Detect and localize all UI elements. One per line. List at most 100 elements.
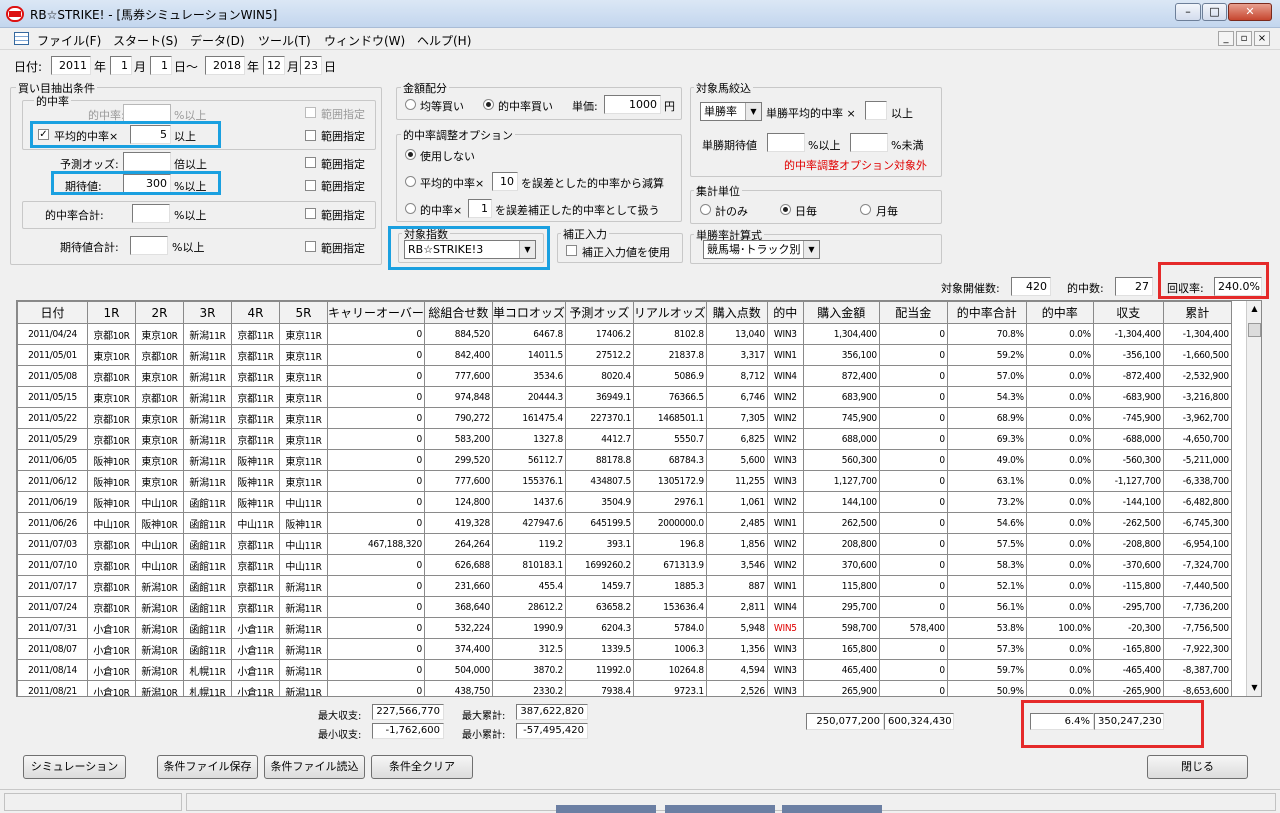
results-grid[interactable]: 日付 1R 2R 3R 4R 5R キャリーオーバー 総組合せ数 単コロオッズ 予測オッズ リアルオ… [16, 300, 1262, 697]
table-row[interactable]: 2011/07/17 京都10R 新潟10R 函館11R 京都11R 新潟11R 0 231,… [17, 575, 1232, 597]
table-cell: 688,000 [802, 428, 880, 450]
table-cell: 阪神11R [231, 491, 280, 513]
menu-help[interactable]: ヘルプ(H) [417, 32, 471, 49]
ev-total-input[interactable] [130, 236, 168, 255]
maximize-button[interactable]: □ [1202, 3, 1227, 21]
simulate-button[interactable]: シミュレーション [23, 755, 126, 779]
column-header[interactable]: 日付 [17, 301, 88, 324]
menu-start[interactable]: スタート(S) [113, 32, 178, 49]
column-header[interactable]: 的中率 [1025, 301, 1094, 324]
table-row[interactable]: 2011/06/05 阪神10R 東京10R 新潟11R 阪神11R 東京11R 0 299,… [17, 449, 1232, 471]
hit-total-input[interactable] [132, 204, 170, 223]
adjust-opt1-radio[interactable] [405, 176, 416, 187]
scroll-down-icon[interactable]: ▼ [1247, 680, 1261, 696]
scroll-up-icon[interactable]: ▲ [1247, 301, 1261, 317]
agg-monthly-radio[interactable] [860, 204, 871, 215]
max-income-value: 227,566,770 [372, 704, 444, 720]
agg-total-radio[interactable] [700, 204, 711, 215]
avg-hit-range-checkbox[interactable] [305, 130, 316, 141]
save-conditions-button[interactable]: 条件ファイル保存 [157, 755, 258, 779]
column-header[interactable]: 総組合せ数 [423, 301, 493, 324]
table-cell: 427947.6 [491, 512, 566, 534]
table-row[interactable]: 2011/05/29 京都10R 東京10R 新潟11R 京都11R 東京11R 0 583,… [17, 428, 1232, 450]
win-ev-max-input[interactable] [850, 133, 888, 152]
menu-window[interactable]: ウィンドウ(W) [324, 32, 405, 49]
scroll-thumb[interactable] [1248, 323, 1261, 337]
table-cell: 新潟11R [183, 344, 232, 366]
win-avg-input[interactable] [865, 101, 887, 120]
adjust-opt2-radio[interactable] [405, 203, 416, 214]
column-header[interactable]: リアルオッズ [632, 301, 707, 324]
table-row[interactable]: 2011/07/03 京都10R 中山10R 函館11R 京都11R 中山11R 467,1… [17, 533, 1232, 555]
minimize-button[interactable]: – [1175, 3, 1201, 21]
column-header[interactable]: 単コロオッズ [491, 301, 566, 324]
ev-total-range-checkbox[interactable] [305, 241, 316, 252]
table-row[interactable]: 2011/06/26 中山10R 阪神10R 函館11R 中山11R 阪神11R 0 419,… [17, 512, 1232, 534]
load-conditions-button[interactable]: 条件ファイル読込 [264, 755, 365, 779]
table-cell: 京都11R [231, 575, 280, 597]
table-row[interactable]: 2011/08/21 小倉10R 新潟10R 札幌11R 小倉11R 新潟11R 0 438,… [17, 680, 1232, 696]
adjust-opt1-input[interactable]: 10 [492, 172, 518, 191]
table-row[interactable]: 2011/04/24 京都10R 東京10R 新潟11R 京都11R 東京11R 0 884,… [17, 323, 1232, 345]
column-header[interactable]: 的中 [766, 301, 804, 324]
column-header[interactable]: 購入金額 [802, 301, 880, 324]
ev-range-checkbox[interactable] [305, 180, 316, 191]
column-header[interactable]: キャリーオーバー [327, 301, 425, 324]
table-row[interactable]: 2011/06/19 阪神10R 中山10R 函館11R 阪神11R 中山11R 0 124,… [17, 491, 1232, 513]
column-header[interactable]: 5R [279, 301, 328, 324]
table-cell: 新潟11R [279, 617, 328, 639]
column-header[interactable]: 累計 [1162, 301, 1232, 324]
table-cell: 0 [327, 512, 425, 534]
menu-data[interactable]: データ(D) [190, 32, 245, 49]
adjust-opt2-input[interactable]: 1 [468, 199, 492, 218]
table-row[interactable]: 2011/07/24 京都10R 新潟10R 函館11R 京都11R 新潟11R 0 368,… [17, 596, 1232, 618]
equal-buy-radio[interactable] [405, 99, 416, 110]
end-day-input[interactable]: 23 [300, 56, 322, 75]
close-button[interactable]: 閉じる [1147, 755, 1248, 779]
table-row[interactable]: 2011/05/15 東京10R 京都10R 新潟11R 京都11R 東京11R 0 974,… [17, 386, 1232, 408]
agg-daily-radio[interactable] [780, 204, 791, 215]
menu-file[interactable]: ファイル(F) [37, 32, 101, 49]
vertical-scrollbar[interactable]: ▲ ▼ [1246, 301, 1261, 696]
column-header[interactable]: 購入点数 [705, 301, 768, 324]
table-row[interactable]: 2011/08/14 小倉10R 新潟10R 札幌11R 小倉11R 新潟11R 0 504,… [17, 659, 1232, 681]
hit-rate-range-checkbox[interactable] [305, 107, 316, 118]
table-row[interactable]: 2011/05/08 京都10R 東京10R 新潟11R 京都11R 東京11R 0 777,… [17, 365, 1232, 387]
end-year-input[interactable]: 2018 [205, 56, 245, 75]
column-header[interactable]: 2R [135, 301, 184, 324]
start-month-input[interactable]: 1 [110, 56, 132, 75]
hit-buy-radio[interactable] [483, 99, 494, 110]
column-header[interactable]: 的中率合計 [946, 301, 1027, 324]
pred-odds-input[interactable] [123, 152, 171, 171]
win-ev-min-input[interactable] [767, 133, 805, 152]
clear-conditions-button[interactable]: 条件全クリア [371, 755, 473, 779]
table-row[interactable]: 2011/05/22 京都10R 東京10R 新潟11R 京都11R 東京11R 0 790,… [17, 407, 1232, 429]
start-year-input[interactable]: 2011 [51, 56, 91, 75]
menu-tools[interactable]: ツール(T) [258, 32, 311, 49]
table-row[interactable]: 2011/05/01 東京10R 京都10R 新潟11R 京都11R 東京11R 0 842,… [17, 344, 1232, 366]
column-header[interactable]: 配当金 [878, 301, 948, 324]
win-rate-select[interactable]: 単勝率 ▼ [700, 102, 762, 121]
close-window-button[interactable]: ✕ [1228, 3, 1272, 21]
document-icon[interactable] [14, 32, 29, 45]
hit-total-range-checkbox[interactable] [305, 208, 316, 219]
table-row[interactable]: 2011/06/12 阪神10R 東京10R 新潟11R 阪神11R 東京11R 0 777,… [17, 470, 1232, 492]
column-header[interactable]: 予測オッズ [564, 301, 634, 324]
start-day-input[interactable]: 1 [150, 56, 172, 75]
unit-price-input[interactable]: 1000 [604, 95, 661, 114]
column-header[interactable]: 4R [231, 301, 280, 324]
mdi-minimize-button[interactable]: _ [1218, 31, 1234, 46]
table-row[interactable]: 2011/07/10 京都10R 中山10R 函館11R 京都11R 中山11R 0 626,… [17, 554, 1232, 576]
adjust-none-radio[interactable] [405, 149, 416, 160]
table-row[interactable]: 2011/08/07 小倉10R 新潟10R 函館11R 小倉11R 新潟11R 0 374,… [17, 638, 1232, 660]
correction-checkbox[interactable] [566, 245, 577, 256]
end-month-input[interactable]: 12 [263, 56, 285, 75]
column-header[interactable]: 収支 [1092, 301, 1164, 324]
pred-odds-range-checkbox[interactable] [305, 157, 316, 168]
column-header[interactable]: 3R [183, 301, 232, 324]
mdi-restore-button[interactable]: ▫ [1236, 31, 1252, 46]
column-header[interactable]: 1R [87, 301, 136, 324]
table-row[interactable]: 2011/07/31 小倉10R 新潟10R 函館11R 小倉11R 新潟11R 0 532,… [17, 617, 1232, 639]
calc-select[interactable]: 競馬場･トラック別 ▼ [703, 240, 820, 259]
mdi-close-button[interactable]: × [1254, 31, 1270, 46]
